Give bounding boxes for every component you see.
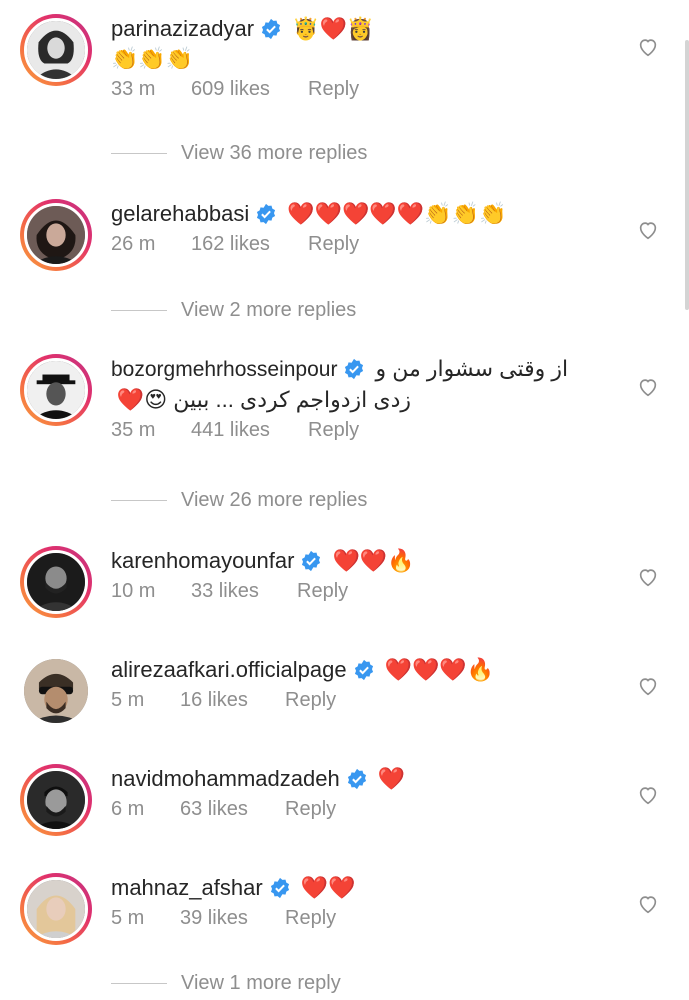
likes-count[interactable]: 441 likes	[191, 419, 308, 442]
avatar[interactable]	[20, 354, 92, 426]
avatar[interactable]	[20, 873, 92, 945]
reply-button[interactable]: Reply	[308, 233, 359, 256]
verified-badge-icon	[257, 203, 276, 225]
comment-time: 33 m	[111, 78, 156, 100]
username[interactable]: karenhomayounfar	[111, 548, 294, 573]
comment-time: 35 m	[111, 419, 156, 441]
comment-time: 5 m	[111, 907, 145, 929]
verified-badge-icon	[347, 768, 366, 790]
view-more-replies[interactable]: View 2 more replies	[111, 299, 356, 322]
reply-button[interactable]: Reply	[297, 580, 348, 603]
view-more-replies[interactable]: View 1 more reply	[111, 972, 341, 995]
likes-count[interactable]: 63 likes	[180, 798, 285, 821]
likes-count[interactable]: 33 likes	[191, 580, 297, 603]
likes-count[interactable]: 39 likes	[180, 907, 285, 930]
username[interactable]: alirezaafkari.officialpage	[111, 657, 347, 682]
avatar[interactable]	[20, 546, 92, 618]
comment-text: ❤️❤️🔥	[332, 548, 415, 573]
avatar[interactable]	[20, 199, 92, 271]
comment-text: ❤️	[377, 766, 406, 791]
reply-button[interactable]: Reply	[285, 689, 336, 712]
heart-outline-icon[interactable]	[637, 566, 659, 588]
comment-time: 26 m	[111, 233, 156, 255]
likes-count[interactable]: 162 likes	[191, 233, 308, 256]
verified-badge-icon	[354, 659, 373, 681]
verified-badge-icon	[262, 18, 281, 40]
avatar[interactable]	[20, 764, 92, 836]
heart-outline-icon[interactable]	[637, 784, 659, 806]
scrollbar[interactable]	[685, 40, 689, 310]
comment-time: 10 m	[111, 580, 156, 602]
avatar[interactable]	[20, 14, 92, 86]
comment-text: ❤️❤️	[300, 875, 356, 900]
username[interactable]: parinazizadyar	[111, 16, 254, 41]
reply-button[interactable]: Reply	[308, 78, 359, 101]
heart-outline-icon[interactable]	[637, 219, 659, 241]
heart-outline-icon[interactable]	[637, 893, 659, 915]
likes-count[interactable]: 16 likes	[180, 689, 285, 712]
reply-button[interactable]: Reply	[285, 798, 336, 821]
comment-time: 5 m	[111, 689, 145, 711]
comment-time: 6 m	[111, 798, 145, 820]
reply-button[interactable]: Reply	[308, 419, 359, 442]
view-more-replies[interactable]: View 26 more replies	[111, 489, 367, 512]
comment-text-line2: زدی ازدواجم کردی ... ببین 😍❤️	[116, 387, 411, 412]
username[interactable]: navidmohammadzadeh	[111, 766, 340, 791]
verified-badge-icon	[270, 877, 289, 899]
avatar[interactable]	[20, 655, 92, 727]
comment-text: ❤️❤️❤️❤️❤️👏👏👏	[287, 201, 507, 226]
username[interactable]: mahnaz_afshar	[111, 875, 263, 900]
reply-button[interactable]: Reply	[285, 907, 336, 930]
heart-outline-icon[interactable]	[637, 376, 659, 398]
likes-count[interactable]: 609 likes	[191, 78, 308, 101]
comment-text: 🤴❤️👸	[292, 16, 375, 41]
username[interactable]: gelarehabbasi	[111, 201, 249, 226]
username[interactable]: bozorgmehrhosseinpour	[111, 358, 337, 381]
verified-badge-icon	[302, 550, 321, 572]
heart-outline-icon[interactable]	[637, 675, 659, 697]
heart-outline-icon[interactable]	[637, 36, 659, 58]
verified-badge-icon	[345, 358, 364, 380]
comment-text: ❤️❤️❤️🔥	[384, 657, 495, 682]
comment-text-line2: 👏👏👏	[111, 46, 194, 71]
view-more-replies[interactable]: View 36 more replies	[111, 142, 367, 165]
comment-text: از وقتی سشوار من و	[375, 356, 569, 381]
